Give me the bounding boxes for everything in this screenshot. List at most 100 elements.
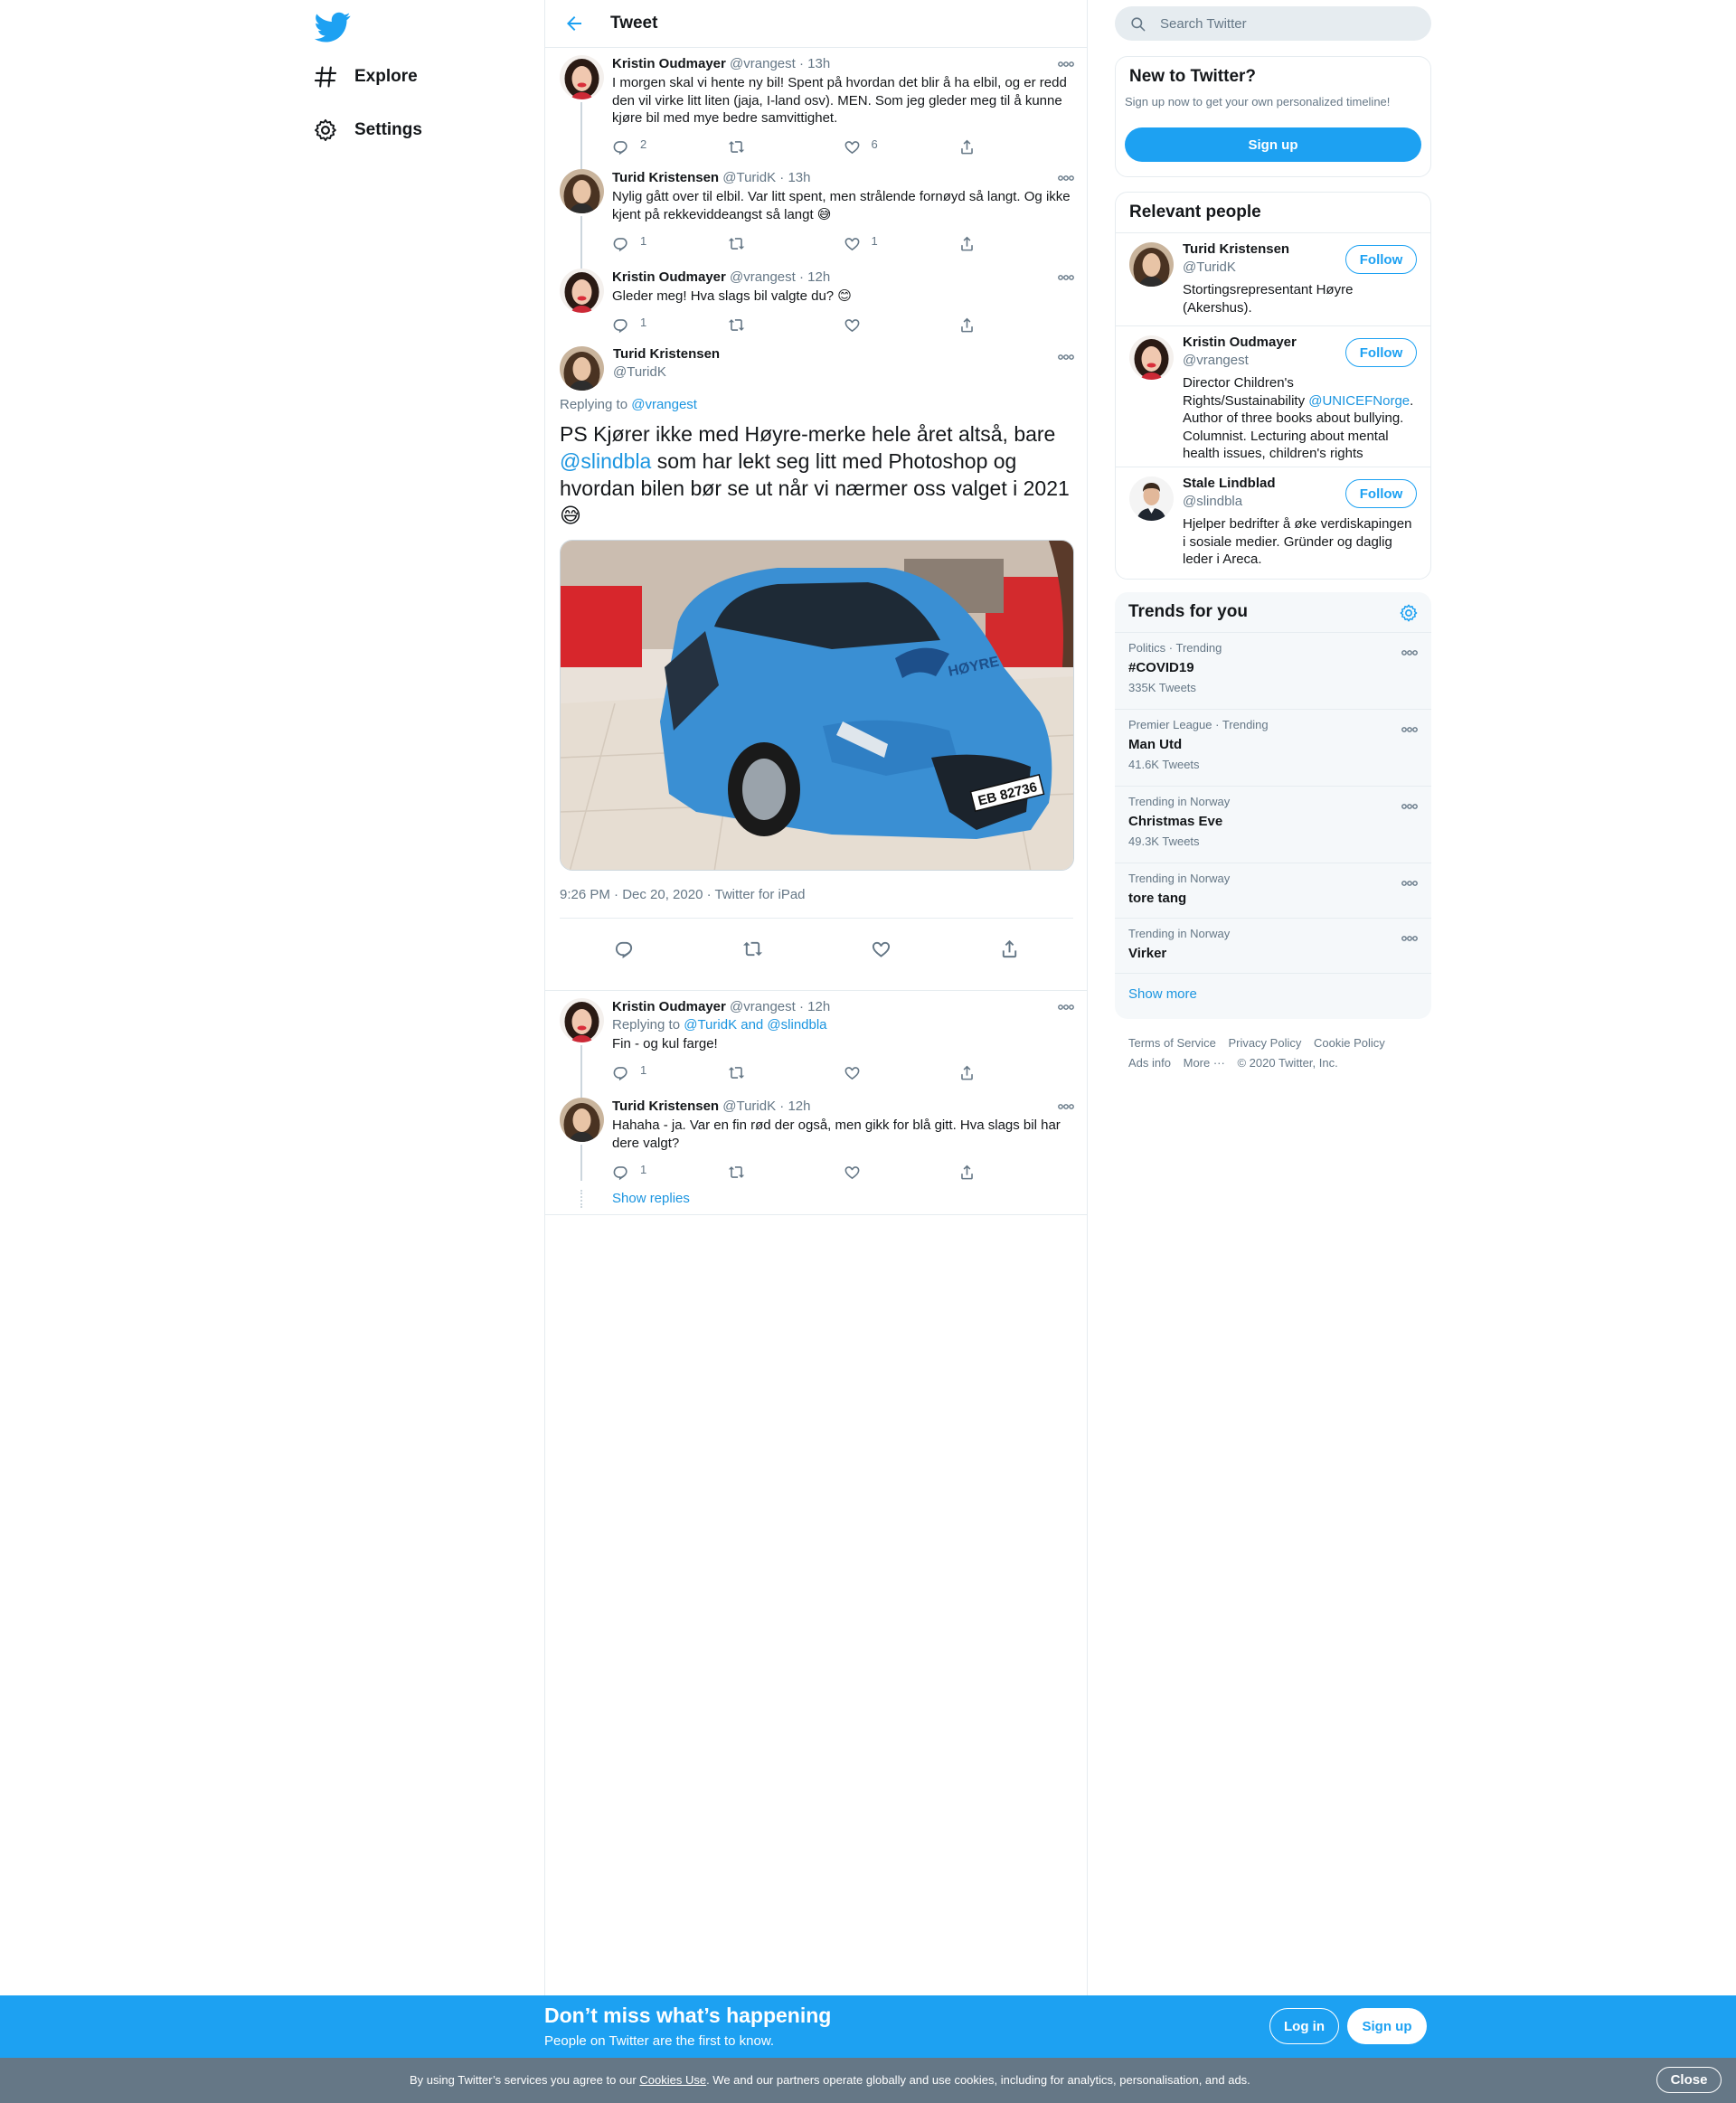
signup-button[interactable]: Sign up [1125, 127, 1421, 162]
avatar[interactable] [1129, 242, 1174, 287]
share-button[interactable] [958, 1064, 1074, 1081]
trend-item[interactable]: Trending in Norway tore tang [1115, 863, 1431, 918]
privacy-link[interactable]: Privacy Policy [1228, 1036, 1301, 1050]
reply-icon[interactable] [614, 938, 635, 959]
avatar[interactable] [1129, 476, 1174, 521]
share-icon[interactable] [999, 938, 1020, 959]
follow-button[interactable]: Follow [1345, 479, 1417, 508]
more-options-icon[interactable] [1058, 59, 1074, 70]
author-name[interactable]: Turid Kristensen [612, 170, 719, 185]
more-options-icon[interactable] [1401, 647, 1418, 658]
like-button[interactable]: 1 [844, 234, 959, 252]
author-name[interactable]: Turid Kristensen [613, 346, 720, 362]
avatar[interactable] [560, 269, 604, 313]
author-handle[interactable]: @TuridK [613, 364, 666, 380]
tweet-time[interactable]: 13h [807, 56, 830, 71]
signup-button[interactable]: Sign up [1347, 2008, 1427, 2044]
cookie-link[interactable]: Cookie Policy [1314, 1036, 1385, 1050]
reply-button[interactable]: 1 [612, 234, 728, 252]
author-handle[interactable]: @vrangest [730, 56, 796, 71]
more-options-icon[interactable] [1401, 724, 1418, 735]
retweet-icon[interactable] [742, 938, 763, 959]
more-options-icon[interactable] [1058, 173, 1074, 184]
retweet-button[interactable] [728, 1064, 844, 1081]
nav-settings[interactable]: Settings [313, 108, 422, 153]
author-handle[interactable]: @vrangest [730, 999, 796, 1014]
replying-link[interactable]: @TuridK and @slindbla [684, 1017, 826, 1033]
login-button[interactable]: Log in [1269, 2008, 1339, 2044]
close-button[interactable]: Close [1656, 2067, 1722, 2093]
show-more-link[interactable]: Show more [1115, 973, 1431, 1014]
person-row[interactable]: Turid Kristensen @TuridK Stortingsrepres… [1116, 232, 1430, 325]
tweet[interactable]: Turid Kristensen @TuridK · 13h Nylig gåt… [545, 162, 1087, 265]
retweet-button[interactable] [728, 138, 844, 156]
author-name[interactable]: Kristin Oudmayer [612, 269, 726, 285]
retweet-button[interactable] [728, 235, 844, 252]
more-options-icon[interactable] [1401, 933, 1418, 944]
tweet-time[interactable]: 12h [807, 269, 830, 285]
more-options-icon[interactable] [1401, 801, 1418, 812]
share-button[interactable] [958, 138, 1074, 156]
trend-item[interactable]: Premier League · Trending Man Utd 41.6K … [1115, 709, 1431, 786]
tweet[interactable]: Kristin Oudmayer @vrangest · 12h Replyin… [545, 991, 1087, 1094]
author-handle[interactable]: @TuridK [722, 170, 776, 185]
author-name[interactable]: Turid Kristensen [612, 1099, 719, 1114]
like-button[interactable] [844, 1164, 959, 1181]
more-options-icon[interactable] [1058, 272, 1074, 283]
share-button[interactable] [958, 316, 1074, 334]
like-button[interactable] [844, 316, 959, 334]
twitter-logo-icon[interactable] [315, 9, 351, 45]
avatar[interactable] [560, 998, 604, 1042]
tweet-time[interactable]: 12h [788, 1099, 810, 1114]
follow-button[interactable]: Follow [1345, 338, 1417, 367]
trend-item[interactable]: Trending in Norway Virker [1115, 918, 1431, 973]
avatar[interactable] [560, 169, 604, 213]
retweet-button[interactable] [728, 316, 844, 334]
search-input[interactable] [1160, 15, 1413, 32]
show-replies-link[interactable]: Show replies [612, 1191, 690, 1206]
tweet-photo[interactable]: EB 82736 HØYRE [560, 540, 1074, 871]
author-name[interactable]: Kristin Oudmayer [612, 999, 726, 1014]
tweet-time[interactable]: 13h [788, 170, 810, 185]
trend-item[interactable]: Trending in Norway Christmas Eve 49.3K T… [1115, 786, 1431, 863]
cookies-use-link[interactable]: Cookies Use [639, 2073, 706, 2087]
tweet[interactable]: Turid Kristensen @TuridK · 12h Hahaha - … [545, 1090, 1087, 1190]
reply-button[interactable]: 1 [612, 316, 728, 334]
reply-button[interactable]: 2 [612, 137, 728, 156]
reply-button[interactable]: 1 [612, 1163, 728, 1181]
more-options-icon[interactable] [1058, 1101, 1074, 1112]
more-options-icon[interactable] [1058, 1002, 1074, 1013]
avatar[interactable] [560, 1098, 604, 1142]
trend-item[interactable]: Politics · Trending #COVID19 335K Tweets [1115, 632, 1431, 709]
share-button[interactable] [958, 1164, 1074, 1181]
search-box[interactable] [1115, 6, 1431, 41]
terms-link[interactable]: Terms of Service [1128, 1036, 1216, 1050]
avatar[interactable] [560, 346, 604, 391]
author-handle[interactable]: @TuridK [722, 1099, 776, 1114]
like-button[interactable] [844, 1064, 959, 1081]
tweet-timestamp[interactable]: 9:26 PM · Dec 20, 2020 · Twitter for iPa… [560, 887, 806, 902]
tweet[interactable]: Kristin Oudmayer @vrangest · 13h I morge… [545, 48, 1087, 165]
mention-link[interactable]: @slindbla [560, 449, 651, 473]
gear-icon[interactable] [1399, 603, 1419, 623]
tweet[interactable]: Kristin Oudmayer @vrangest · 12h Gleder … [545, 261, 1087, 339]
ads-link[interactable]: Ads info [1128, 1056, 1171, 1070]
more-options-icon[interactable] [1401, 878, 1418, 889]
author-name[interactable]: Kristin Oudmayer [612, 56, 726, 71]
bio-mention-link[interactable]: @UNICEFNorge [1308, 393, 1410, 409]
more-options-icon[interactable] [1058, 352, 1074, 363]
share-button[interactable] [958, 235, 1074, 252]
person-row[interactable]: Kristin Oudmayer @vrangest Director Chil… [1116, 325, 1430, 467]
nav-explore[interactable]: Explore [313, 54, 418, 99]
follow-button[interactable]: Follow [1345, 245, 1417, 274]
retweet-button[interactable] [728, 1164, 844, 1181]
heart-icon[interactable] [871, 938, 892, 959]
tweet-time[interactable]: 12h [807, 999, 830, 1014]
avatar[interactable] [1129, 335, 1174, 380]
reply-button[interactable]: 1 [612, 1063, 728, 1081]
back-arrow-icon[interactable] [563, 13, 585, 34]
like-button[interactable]: 6 [844, 137, 959, 156]
avatar[interactable] [560, 55, 604, 99]
replying-link[interactable]: @vrangest [631, 397, 697, 412]
more-link[interactable]: More ··· [1184, 1056, 1225, 1070]
